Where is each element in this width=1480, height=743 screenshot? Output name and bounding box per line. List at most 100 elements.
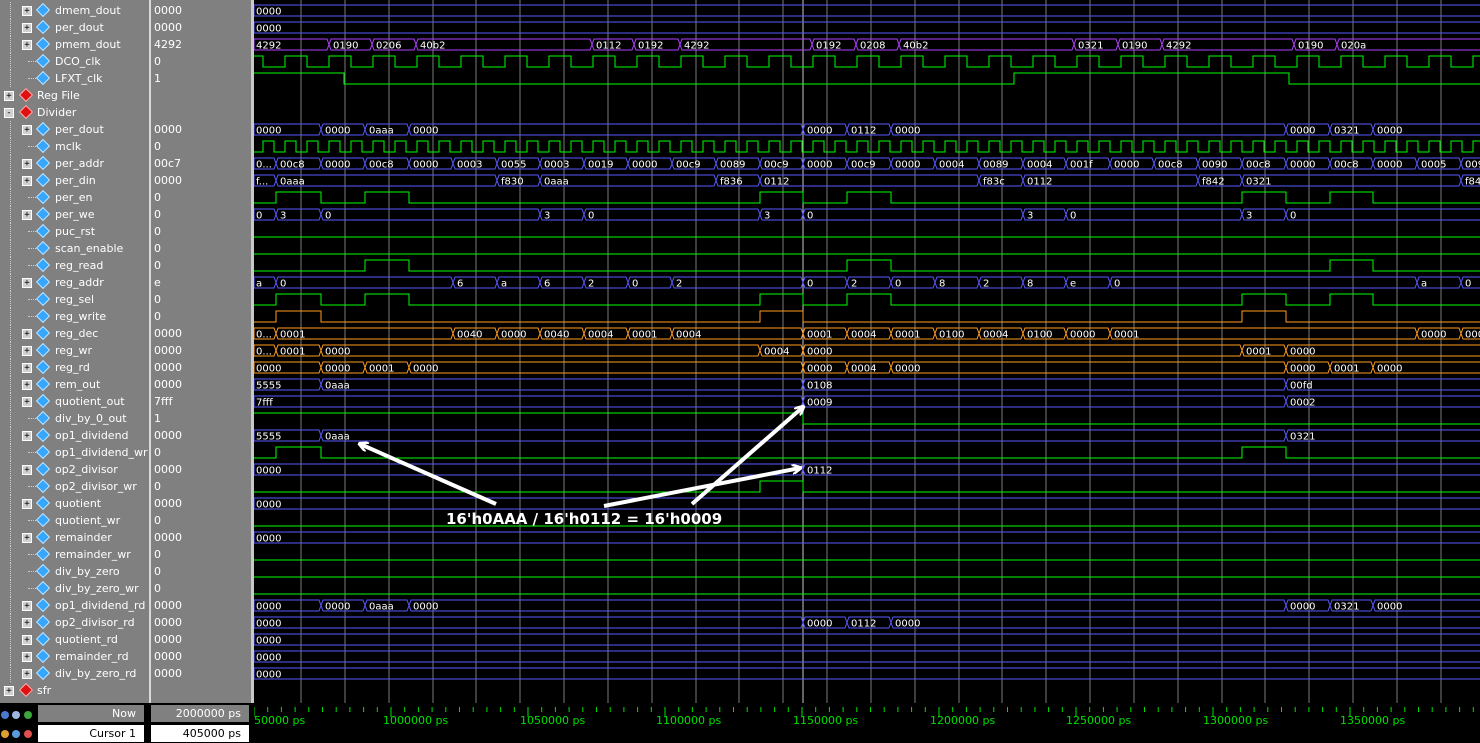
signal-row-per_din[interactable]: + per_din: [0, 172, 149, 189]
tree-branch: [28, 78, 36, 79]
signal-row-reg_rd[interactable]: + reg_rd: [0, 359, 149, 376]
signal-row-per_we[interactable]: + per_we: [0, 206, 149, 223]
signal-row-dco_clk[interactable]: DCO_clk: [0, 53, 149, 70]
signal-row-op2_divisor_wr[interactable]: op2_divisor_wr: [0, 478, 149, 495]
zoom-icon[interactable]: [1, 711, 9, 719]
time-ruler[interactable]: 50000 ps 1000000 ps 1050000 ps 1100000 ps 11…: [254, 703, 1480, 743]
signal-row-puc_rst[interactable]: puc_rst: [0, 223, 149, 240]
tree-line: [10, 359, 11, 376]
signal-row-per_addr[interactable]: + per_addr: [0, 155, 149, 172]
signal-row-op2_divisor_rd[interactable]: + op2_divisor_rd: [0, 614, 149, 631]
bus-value-label: 020a: [1341, 41, 1366, 52]
ruler-label: 1250000 ps: [1066, 714, 1131, 727]
signal-row-remainder_wr[interactable]: remainder_wr: [0, 546, 149, 563]
signal-row-div_by_zero_wr[interactable]: div_by_zero_wr: [0, 580, 149, 597]
expand-toggle-icon[interactable]: +: [22, 397, 32, 407]
bus-segment: [890, 123, 1287, 136]
expand-toggle-icon[interactable]: +: [22, 125, 32, 135]
lock-icon[interactable]: [1, 730, 9, 738]
bus-value-label: 00c9: [676, 160, 701, 171]
expand-toggle-icon[interactable]: +: [4, 686, 14, 696]
signal-row-divider[interactable]: - Divider: [0, 104, 149, 121]
signal-row-reg_write[interactable]: reg_write: [0, 308, 149, 325]
signal-row-lfxt_clk[interactable]: LFXT_clk: [0, 70, 149, 87]
waveform-pane[interactable]: 0000 0000 4292 0190 0206 40b2 0112 0192 4292 0192…: [254, 0, 1480, 703]
expand-toggle-icon[interactable]: +: [22, 278, 32, 288]
expand-toggle-icon[interactable]: +: [22, 363, 32, 373]
signal-row-dmem_dout[interactable]: + dmem_dout: [0, 2, 149, 19]
signal-row-reg_dec[interactable]: + reg_dec: [0, 325, 149, 342]
expand-toggle-icon[interactable]: +: [22, 533, 32, 543]
signal-row-reg-file[interactable]: + Reg File: [0, 87, 149, 104]
signal-row-reg_wr[interactable]: + reg_wr: [0, 342, 149, 359]
signal-value: 0000: [154, 21, 182, 34]
signal-diamond-icon: [35, 580, 51, 596]
signal-row-per_dout[interactable]: + per_dout: [0, 121, 149, 138]
signal-name: dmem_dout: [55, 4, 121, 17]
signal-row-mclk[interactable]: mclk: [0, 138, 149, 155]
clock-trace: [254, 55, 1480, 68]
signal-row-reg_read[interactable]: reg_read: [0, 257, 149, 274]
signal-value: 0: [154, 140, 161, 153]
tree-line: [10, 614, 11, 631]
bus-value-label: 0055: [501, 160, 526, 171]
cursor-value[interactable]: 405000 ps: [151, 725, 249, 742]
signal-row-div_by_zero[interactable]: div_by_zero: [0, 563, 149, 580]
delete-cursor-icon[interactable]: [24, 730, 32, 738]
expand-toggle-icon[interactable]: +: [22, 465, 32, 475]
bus-value-label: 0aaa: [325, 432, 350, 443]
signal-row-op1_dividend_wr[interactable]: op1_dividend_wr: [0, 444, 149, 461]
signal-row-sfr[interactable]: + sfr: [0, 682, 149, 699]
signal-row-pmem_dout[interactable]: + pmem_dout: [0, 36, 149, 53]
expand-toggle-icon[interactable]: +: [22, 499, 32, 509]
tree-line: [10, 427, 11, 444]
expand-toggle-icon[interactable]: +: [22, 23, 32, 33]
expand-toggle-icon[interactable]: +: [22, 40, 32, 50]
signal-value: 0000: [154, 361, 182, 374]
expand-toggle-icon[interactable]: +: [22, 176, 32, 186]
expand-toggle-icon[interactable]: +: [22, 669, 32, 679]
signal-value: 0: [154, 446, 161, 459]
signal-row-op1_dividend_rd[interactable]: + op1_dividend_rd: [0, 597, 149, 614]
bus-value-label: 0aaa: [325, 381, 350, 392]
bus-segment: [1285, 378, 1480, 391]
signal-diamond-icon: [35, 410, 51, 426]
expand-toggle-icon[interactable]: +: [22, 346, 32, 356]
cursor-label[interactable]: Cursor 1: [38, 725, 144, 742]
signal-row-remainder[interactable]: + remainder: [0, 529, 149, 546]
expand-toggle-icon[interactable]: +: [22, 6, 32, 16]
signal-row-scan_enable[interactable]: scan_enable: [0, 240, 149, 257]
signal-row-quotient[interactable]: + quotient: [0, 495, 149, 512]
ruler-label: 50000 ps: [254, 714, 305, 727]
signal-row-div_by_zero_rd[interactable]: + div_by_zero_rd: [0, 665, 149, 682]
view-icon[interactable]: [12, 711, 20, 719]
expand-toggle-icon[interactable]: +: [22, 635, 32, 645]
expand-toggle-icon[interactable]: +: [4, 91, 14, 101]
signal-row-quotient_out[interactable]: + quotient_out: [0, 393, 149, 410]
expand-toggle-icon[interactable]: +: [22, 601, 32, 611]
signal-row-per_dout[interactable]: + per_dout: [0, 19, 149, 36]
expand-toggle-icon[interactable]: +: [22, 159, 32, 169]
expand-toggle-icon[interactable]: +: [22, 329, 32, 339]
expand-toggle-icon[interactable]: +: [22, 618, 32, 628]
signal-row-div_by_0_out[interactable]: div_by_0_out: [0, 410, 149, 427]
signal-row-remainder_rd[interactable]: + remainder_rd: [0, 648, 149, 665]
signal-row-rem_out[interactable]: + rem_out: [0, 376, 149, 393]
signal-row-per_en[interactable]: per_en: [0, 189, 149, 206]
expand-toggle-icon[interactable]: +: [22, 431, 32, 441]
expand-toggle-icon[interactable]: +: [22, 380, 32, 390]
signal-row-op2_divisor[interactable]: + op2_divisor: [0, 461, 149, 478]
tree-branch: [28, 520, 36, 521]
signal-row-op1_dividend[interactable]: + op1_dividend: [0, 427, 149, 444]
signal-row-quotient_wr[interactable]: quotient_wr: [0, 512, 149, 529]
expand-toggle-icon[interactable]: +: [22, 210, 32, 220]
signal-row-quotient_rd[interactable]: + quotient_rd: [0, 631, 149, 648]
signal-row-reg_addr[interactable]: + reg_addr: [0, 274, 149, 291]
waveform-canvas[interactable]: 000000004292 0190 0206 40b2 0112 0192 4292 0192…: [254, 0, 1480, 703]
expand-toggle-icon[interactable]: -: [4, 108, 14, 118]
bus-value-label: 0000: [256, 364, 281, 375]
add-icon[interactable]: [24, 711, 32, 719]
expand-toggle-icon[interactable]: +: [22, 652, 32, 662]
signal-row-reg_sel[interactable]: reg_sel: [0, 291, 149, 308]
edit-icon[interactable]: [12, 730, 20, 738]
